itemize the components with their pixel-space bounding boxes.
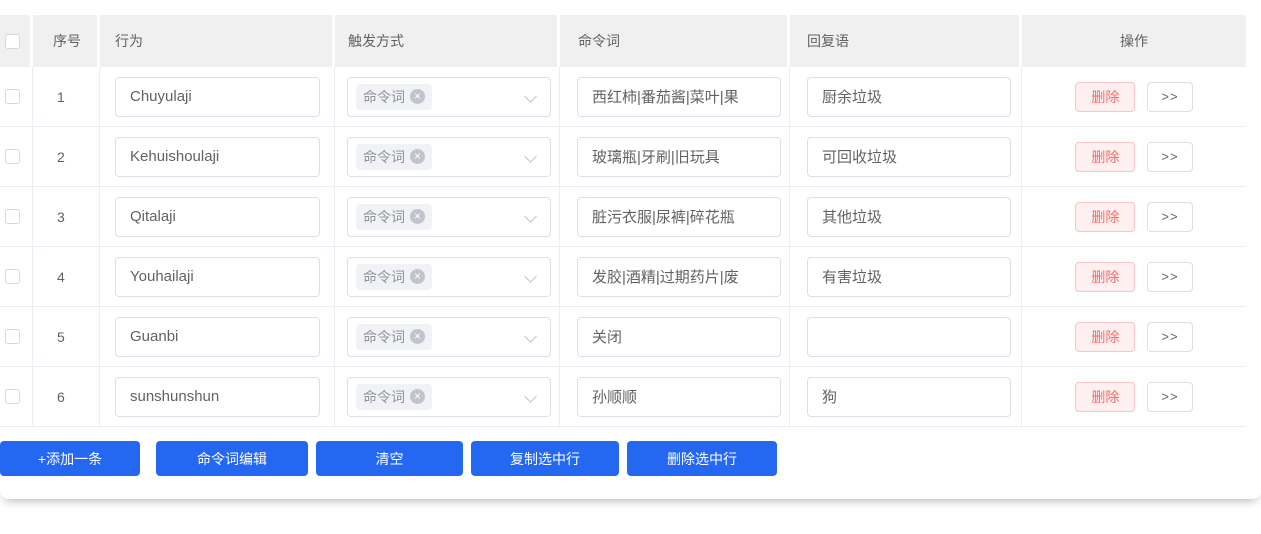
trigger-tag: 命令词 ×: [356, 383, 432, 410]
trigger-tag: 命令词 ×: [356, 143, 432, 170]
table-row: 4 命令词 × 删除 >>: [0, 247, 1246, 307]
row-index: 1: [57, 88, 65, 105]
tag-close-icon[interactable]: ×: [410, 389, 425, 404]
command-input[interactable]: [577, 256, 781, 297]
behavior-input[interactable]: [115, 76, 320, 117]
chevron-down-icon: [524, 329, 537, 343]
delete-row-button[interactable]: 删除: [1075, 201, 1136, 232]
commands-table: 序号 行为 触发方式 命令词 回复语 操作 1 命令词 ×: [0, 15, 1246, 427]
reply-input[interactable]: [807, 376, 1011, 417]
edit-commands-button[interactable]: 命令词编辑: [156, 441, 308, 476]
header-actions: 操作: [1022, 15, 1246, 67]
delete-row-button[interactable]: 删除: [1075, 321, 1136, 352]
header-index: 序号: [33, 15, 100, 67]
expand-row-button[interactable]: >>: [1147, 381, 1193, 412]
row-index: 3: [57, 208, 65, 225]
reply-input[interactable]: [807, 256, 1011, 297]
reply-input[interactable]: [807, 196, 1011, 237]
table-row: 6 命令词 × 删除 >>: [0, 367, 1246, 427]
command-input[interactable]: [577, 136, 781, 177]
tag-close-icon[interactable]: ×: [410, 149, 425, 164]
clear-button[interactable]: 清空: [316, 441, 463, 476]
behavior-input[interactable]: [115, 316, 320, 357]
copy-selected-button[interactable]: 复制选中行: [471, 441, 619, 476]
expand-row-button[interactable]: >>: [1147, 321, 1193, 352]
header-trigger: 触发方式: [335, 15, 560, 67]
trigger-select[interactable]: 命令词 ×: [347, 196, 551, 237]
trigger-tag-label: 命令词: [363, 328, 405, 345]
row-index: 4: [57, 268, 65, 285]
trigger-tag: 命令词 ×: [356, 263, 432, 290]
header-checkbox-cell: [0, 15, 33, 67]
expand-row-button[interactable]: >>: [1147, 141, 1193, 172]
chevron-down-icon: [524, 209, 537, 223]
trigger-tag-label: 命令词: [363, 268, 405, 285]
select-all-checkbox[interactable]: [5, 33, 20, 49]
tag-close-icon[interactable]: ×: [410, 89, 425, 104]
reply-input[interactable]: [807, 136, 1011, 177]
behavior-input[interactable]: [115, 376, 320, 417]
delete-row-button[interactable]: 删除: [1075, 261, 1136, 292]
row-checkbox[interactable]: [5, 269, 20, 284]
row-index: 5: [57, 328, 65, 345]
chevron-down-icon: [524, 149, 537, 163]
trigger-tag: 命令词 ×: [356, 203, 432, 230]
table-row: 5 命令词 × 删除 >>: [0, 307, 1246, 367]
row-index: 2: [57, 148, 65, 165]
tag-close-icon[interactable]: ×: [410, 209, 425, 224]
table-row: 2 命令词 × 删除 >>: [0, 127, 1246, 187]
row-checkbox[interactable]: [5, 329, 20, 344]
trigger-tag: 命令词 ×: [356, 323, 432, 350]
command-input[interactable]: [577, 316, 781, 357]
add-row-button[interactable]: +添加一条: [0, 441, 140, 476]
behavior-input[interactable]: [115, 196, 320, 237]
table-header-row: 序号 行为 触发方式 命令词 回复语 操作: [0, 15, 1246, 67]
row-checkbox[interactable]: [5, 89, 20, 104]
table-row: 1 命令词 × 删除 >>: [0, 67, 1246, 127]
trigger-select[interactable]: 命令词 ×: [347, 316, 551, 357]
chevron-down-icon: [524, 269, 537, 283]
tag-close-icon[interactable]: ×: [410, 269, 425, 284]
trigger-select[interactable]: 命令词 ×: [347, 136, 551, 177]
behavior-input[interactable]: [115, 256, 320, 297]
header-reply: 回复语: [790, 15, 1022, 67]
tag-close-icon[interactable]: ×: [410, 329, 425, 344]
reply-input[interactable]: [807, 316, 1011, 357]
trigger-tag-label: 命令词: [363, 388, 405, 405]
toolbar: +添加一条 命令词编辑 清空 复制选中行 删除选中行: [0, 441, 1261, 476]
row-checkbox[interactable]: [5, 149, 20, 164]
row-index: 6: [57, 388, 65, 405]
commands-panel: 序号 行为 触发方式 命令词 回复语 操作 1 命令词 ×: [0, 0, 1261, 499]
expand-row-button[interactable]: >>: [1147, 81, 1193, 112]
chevron-down-icon: [524, 89, 537, 103]
row-checkbox[interactable]: [5, 389, 20, 404]
behavior-input[interactable]: [115, 136, 320, 177]
trigger-tag-label: 命令词: [363, 88, 405, 105]
reply-input[interactable]: [807, 76, 1011, 117]
trigger-tag: 命令词 ×: [356, 83, 432, 110]
trigger-tag-label: 命令词: [363, 208, 405, 225]
chevron-down-icon: [524, 389, 537, 403]
delete-selected-button[interactable]: 删除选中行: [627, 441, 777, 476]
command-input[interactable]: [577, 76, 781, 117]
command-input[interactable]: [577, 196, 781, 237]
trigger-select[interactable]: 命令词 ×: [347, 256, 551, 297]
table-row: 3 命令词 × 删除 >>: [0, 187, 1246, 247]
trigger-select[interactable]: 命令词 ×: [347, 376, 551, 417]
header-behavior: 行为: [100, 15, 335, 67]
trigger-tag-label: 命令词: [363, 148, 405, 165]
trigger-select[interactable]: 命令词 ×: [347, 76, 551, 117]
delete-row-button[interactable]: 删除: [1075, 81, 1136, 112]
delete-row-button[interactable]: 删除: [1075, 381, 1136, 412]
delete-row-button[interactable]: 删除: [1075, 141, 1136, 172]
expand-row-button[interactable]: >>: [1147, 201, 1193, 232]
expand-row-button[interactable]: >>: [1147, 261, 1193, 292]
row-checkbox[interactable]: [5, 209, 20, 224]
header-command: 命令词: [560, 15, 790, 67]
command-input[interactable]: [577, 376, 781, 417]
